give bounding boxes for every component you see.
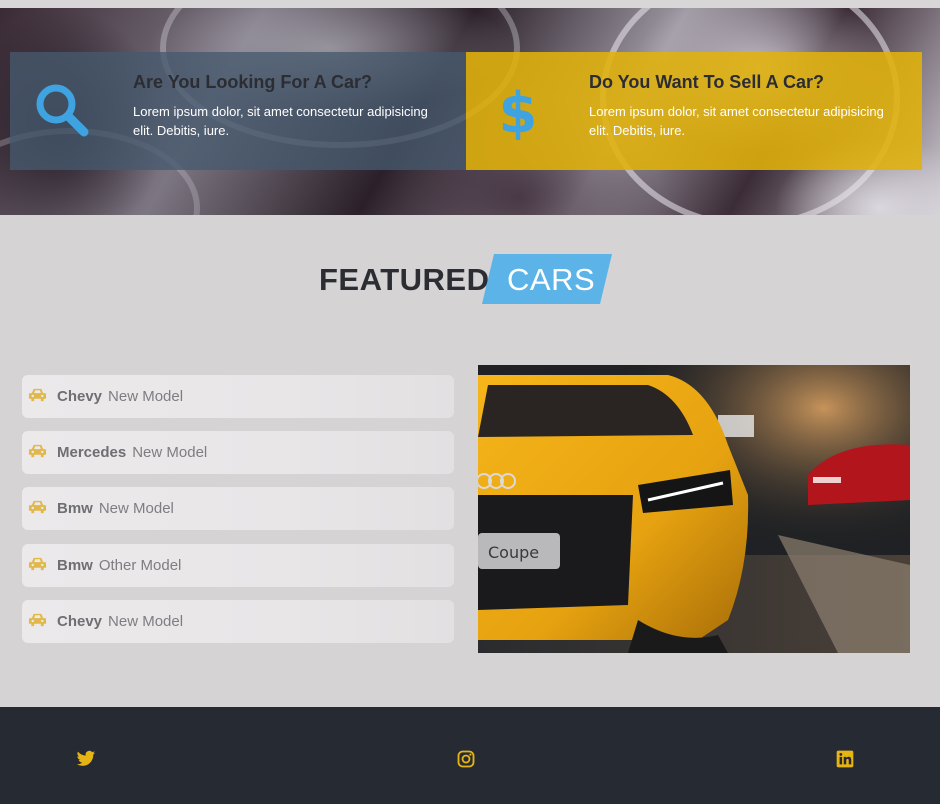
svg-text:$: $	[499, 81, 538, 140]
car-make: Chevy New Model	[57, 612, 184, 630]
cars-word: CARS	[507, 262, 596, 297]
plate-text: Coupe	[488, 543, 539, 562]
promo-find-car[interactable]: Are You Looking For A Car? Lorem ipsum d…	[10, 52, 466, 170]
list-item[interactable]: Mercedes New Model	[22, 431, 454, 475]
list-item[interactable]: Chevy New Model	[22, 375, 454, 418]
car-model: New Model	[108, 388, 184, 405]
twitter-icon[interactable]	[76, 749, 96, 769]
featured-car-photo: Coupe	[478, 365, 910, 653]
promo-title: Are You Looking For A Car?	[133, 72, 373, 92]
featured-heading: FEATURED CARS	[0, 254, 940, 306]
car-make: Chevy New Model	[57, 388, 184, 405]
car-icon	[28, 557, 47, 570]
car-icon	[28, 445, 47, 458]
car-icon	[28, 613, 47, 626]
search-icon	[36, 84, 89, 137]
dollar-icon: $	[499, 81, 538, 140]
car-icon	[28, 501, 47, 514]
linkedin-icon[interactable]	[835, 749, 855, 769]
promo-title: Do You Want To Sell A Car?	[589, 72, 825, 92]
list-item[interactable]: Chevy New Model	[22, 599, 454, 643]
car-make: Bmw Other Model	[57, 556, 182, 574]
footer	[0, 707, 940, 804]
car-icon	[28, 388, 47, 402]
car-model: New Model	[132, 444, 208, 462]
car-model: New Model	[98, 500, 174, 518]
promo-sell-car[interactable]: $ Do You Want To Sell A Car? Lorem ipsum…	[466, 52, 922, 170]
instagram-icon[interactable]	[456, 749, 476, 769]
car-model: New Model	[108, 612, 184, 630]
car-photo-illustration: Coupe	[478, 365, 910, 653]
car-model: Other Model	[98, 556, 182, 574]
hero-banner: Are You Looking For A Car? Lorem ipsum d…	[0, 8, 940, 215]
top-strip	[0, 0, 940, 8]
list-item[interactable]: Bmw New Model	[22, 487, 454, 531]
car-make: Mercedes New Model	[57, 444, 208, 462]
promo-text: Lorem ipsum dolor, sit amet consectetur …	[589, 104, 884, 138]
featured-word: FEATURED	[319, 262, 490, 297]
list-item[interactable]: Bmw Other Model	[22, 543, 454, 587]
car-model-list: Chevy New Model Mercedes New Model Bmw New …	[22, 375, 454, 656]
promo-text: Lorem ipsum dolor, sit amet consectetur …	[133, 104, 428, 138]
car-make: Bmw New Model	[57, 500, 174, 518]
